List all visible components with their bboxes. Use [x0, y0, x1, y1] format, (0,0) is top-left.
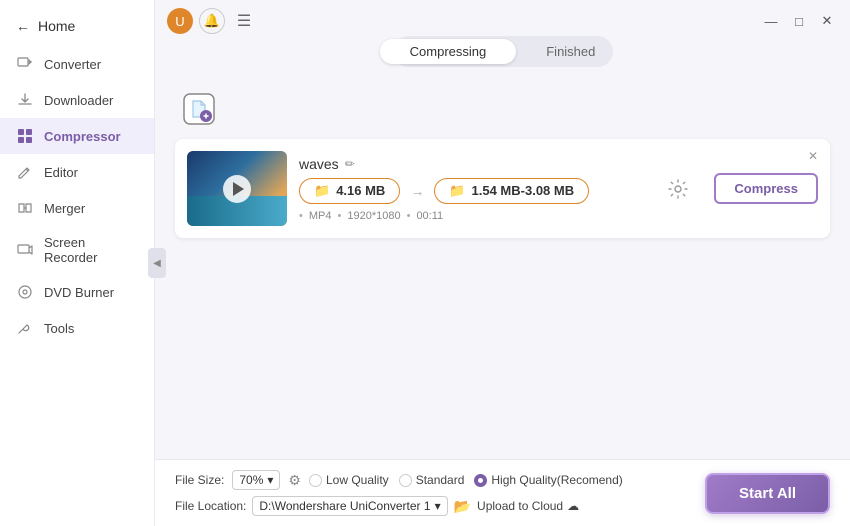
notification-bell-icon[interactable]: 🔔: [199, 8, 225, 34]
quality-high-radio[interactable]: [474, 474, 487, 487]
quality-standard-label: Standard: [416, 473, 465, 487]
add-file-icon: [183, 93, 215, 125]
downloader-icon: [16, 91, 34, 109]
size-row: 📁 4.16 MB → 📁 1.54 MB-3.08 MB: [299, 178, 642, 204]
minimize-button[interactable]: —: [760, 10, 782, 32]
editor-icon: [16, 163, 34, 181]
sidebar-item-label: Merger: [44, 201, 85, 216]
file-size-percent: 70%: [239, 473, 263, 487]
original-size-box: 📁 4.16 MB: [299, 178, 400, 204]
upload-to-cloud-button[interactable]: Upload to Cloud ☁: [477, 499, 579, 513]
sidebar-item-downloader[interactable]: Downloader: [0, 82, 154, 118]
bottom-bar: File Size: 70% ▾ ⚙ Low Quality Standard: [155, 459, 850, 526]
file-format: MP4: [309, 210, 332, 222]
sidebar-item-label: Downloader: [44, 93, 113, 108]
settings-icon-button[interactable]: [660, 171, 696, 207]
edit-filename-icon[interactable]: ✏: [345, 157, 355, 171]
compressed-size-value: 1.54 MB-3.08 MB: [472, 183, 575, 198]
quality-settings-icon[interactable]: ⚙: [288, 472, 301, 489]
file-size-select[interactable]: 70% ▾: [232, 470, 280, 490]
topbar-icons: U 🔔 ☰: [167, 8, 257, 34]
compressed-size-box: 📁 1.54 MB-3.08 MB: [434, 178, 589, 204]
user-avatar-icon[interactable]: U: [167, 8, 193, 34]
quality-standard-radio[interactable]: [399, 474, 412, 487]
quality-low-option[interactable]: Low Quality: [309, 473, 389, 487]
play-button-icon[interactable]: [223, 175, 251, 203]
sidebar-item-screen-recorder[interactable]: Screen Recorder: [0, 226, 154, 274]
sidebar-item-label: DVD Burner: [44, 285, 114, 300]
quality-high-option[interactable]: High Quality(Recomend): [474, 473, 622, 487]
file-name-row: waves ✏: [299, 156, 642, 172]
main-content: U 🔔 ☰ — □ ✕ Compressing Finished: [155, 0, 850, 526]
dvd-burner-icon: [16, 283, 34, 301]
file-duration: 00:11: [416, 210, 443, 222]
file-size-row: File Size: 70% ▾ ⚙ Low Quality Standard: [175, 470, 623, 490]
sidebar-item-converter[interactable]: Converter: [0, 46, 154, 82]
open-folder-icon[interactable]: 📂: [454, 498, 471, 515]
quality-high-label: High Quality(Recomend): [491, 473, 622, 487]
sidebar-item-label: Editor: [44, 165, 78, 180]
sidebar-item-label: Tools: [44, 321, 74, 336]
quality-low-label: Low Quality: [326, 473, 389, 487]
file-name: waves: [299, 156, 339, 172]
quality-standard-option[interactable]: Standard: [399, 473, 465, 487]
quality-low-radio[interactable]: [309, 474, 322, 487]
quality-options: Low Quality Standard High Quality(Recome…: [309, 473, 623, 487]
add-file-button[interactable]: [175, 89, 223, 129]
tab-finished[interactable]: Finished: [516, 39, 625, 64]
content-area: ✕ waves ✏ 📁: [155, 89, 850, 459]
sidebar-item-label: Converter: [44, 57, 101, 72]
size-arrow: →: [410, 183, 424, 199]
sidebar-item-tools[interactable]: Tools: [0, 310, 154, 346]
file-card-close-button[interactable]: ✕: [804, 147, 822, 165]
header-top: U 🔔 ☰ — □ ✕: [155, 0, 850, 36]
upload-cloud-label: Upload to Cloud: [477, 499, 563, 513]
file-location-path[interactable]: D:\Wondershare UniConverter 1 ▾: [252, 496, 447, 516]
sidebar: ← Home Converter Downloader: [0, 0, 155, 526]
back-label: Home: [38, 18, 75, 34]
dropdown-arrow-icon: ▾: [267, 473, 273, 487]
screen-recorder-icon: [16, 241, 34, 259]
location-dropdown-arrow-icon: ▾: [435, 499, 441, 513]
file-card: ✕ waves ✏ 📁: [175, 139, 830, 238]
folder-compressed-icon: 📁: [449, 183, 465, 199]
location-path-text: D:\Wondershare UniConverter 1: [259, 499, 430, 513]
sidebar-item-editor[interactable]: Editor: [0, 154, 154, 190]
start-all-button[interactable]: Start All: [705, 473, 830, 514]
original-size-value: 4.16 MB: [336, 183, 385, 198]
close-button[interactable]: ✕: [816, 10, 838, 32]
file-resolution: 1920*1080: [347, 210, 400, 222]
tab-bar: Compressing Finished: [393, 36, 613, 67]
file-location-row: File Location: D:\Wondershare UniConvert…: [175, 496, 623, 516]
merger-icon: [16, 199, 34, 217]
tools-icon: [16, 319, 34, 337]
converter-icon: [16, 55, 34, 73]
cloud-icon: ☁: [567, 499, 579, 513]
hamburger-menu-icon[interactable]: ☰: [231, 8, 257, 34]
bottom-left-controls: File Size: 70% ▾ ⚙ Low Quality Standard: [175, 470, 623, 516]
file-info: waves ✏ 📁 4.16 MB → 📁 1.54 MB-3.08 MB: [299, 156, 642, 222]
sidebar-item-label: Screen Recorder: [44, 235, 138, 265]
sidebar-collapse-button[interactable]: ◀: [148, 248, 166, 278]
folder-original-icon: 📁: [314, 183, 330, 199]
compressor-icon: [16, 127, 34, 145]
back-arrow-icon: ←: [16, 18, 30, 34]
back-button[interactable]: ← Home: [0, 10, 154, 46]
sidebar-item-compressor[interactable]: Compressor: [0, 118, 154, 154]
file-thumbnail: [187, 151, 287, 226]
file-meta-original: • MP4 • 1920*1080 • 00:11: [299, 210, 642, 222]
file-size-label: File Size:: [175, 473, 224, 487]
sidebar-item-label: Compressor: [44, 129, 121, 144]
maximize-button[interactable]: □: [788, 10, 810, 32]
file-location-label: File Location:: [175, 499, 246, 513]
tab-compressing[interactable]: Compressing: [380, 39, 517, 64]
sidebar-item-dvd-burner[interactable]: DVD Burner: [0, 274, 154, 310]
play-triangle: [233, 182, 244, 196]
compress-button[interactable]: Compress: [714, 173, 818, 204]
sidebar-item-merger[interactable]: Merger: [0, 190, 154, 226]
